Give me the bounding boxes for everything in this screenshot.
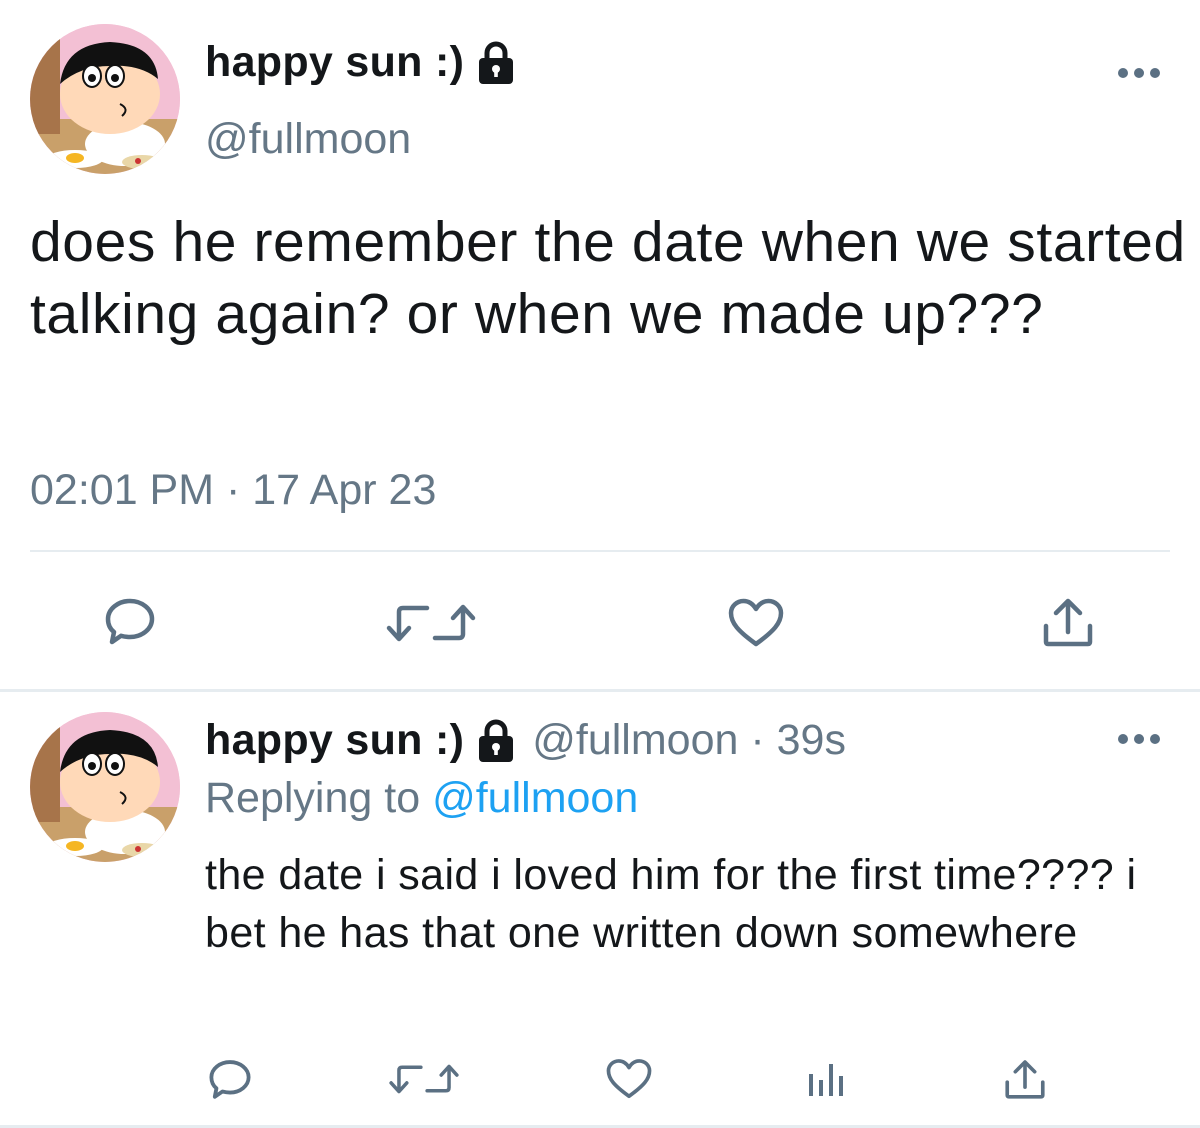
analytics-icon[interactable] (806, 1060, 846, 1098)
mention-link[interactable]: @fullmoon (432, 774, 638, 822)
cartoon-avatar-image (30, 24, 180, 174)
replying-prefix: Replying to (205, 774, 433, 822)
main-tweet: happy sun :) @fullmoon does he remember … (0, 0, 1200, 690)
author-row: happy sun :) (205, 38, 516, 87)
tweet-text: does he remember the date when we starte… (30, 210, 1186, 346)
cartoon-avatar-image (30, 712, 180, 862)
avatar[interactable] (30, 24, 180, 174)
share-icon[interactable] (1042, 596, 1094, 648)
lock-icon (476, 41, 516, 85)
reply-icon[interactable] (208, 1058, 252, 1100)
display-name[interactable]: happy sun :) (205, 716, 464, 765)
handle-and-time[interactable]: @fullmoon · 39s (532, 716, 846, 765)
reply-icon[interactable] (104, 597, 156, 645)
share-icon[interactable] (1004, 1058, 1046, 1100)
lock-icon (476, 719, 516, 763)
retweet-icon[interactable] (385, 602, 477, 644)
author-row: happy sun :) @fullmoon · 39s (205, 716, 846, 765)
more-icon[interactable] (1117, 66, 1161, 80)
retweet-icon[interactable] (388, 1062, 460, 1096)
like-icon[interactable] (606, 1058, 652, 1100)
tweet-timestamp[interactable]: 02:01 PM · 17 Apr 23 (30, 466, 436, 515)
more-icon[interactable] (1117, 732, 1161, 746)
tweet-text: the date i said i loved him for the firs… (205, 851, 1137, 957)
display-name[interactable]: happy sun :) (205, 38, 464, 87)
like-icon[interactable] (728, 598, 784, 648)
replying-to: Replying to @fullmoon (205, 774, 638, 823)
tweet-separator (0, 689, 1200, 692)
handle[interactable]: @fullmoon (205, 115, 411, 164)
avatar[interactable] (30, 712, 180, 862)
divider (30, 550, 1170, 552)
